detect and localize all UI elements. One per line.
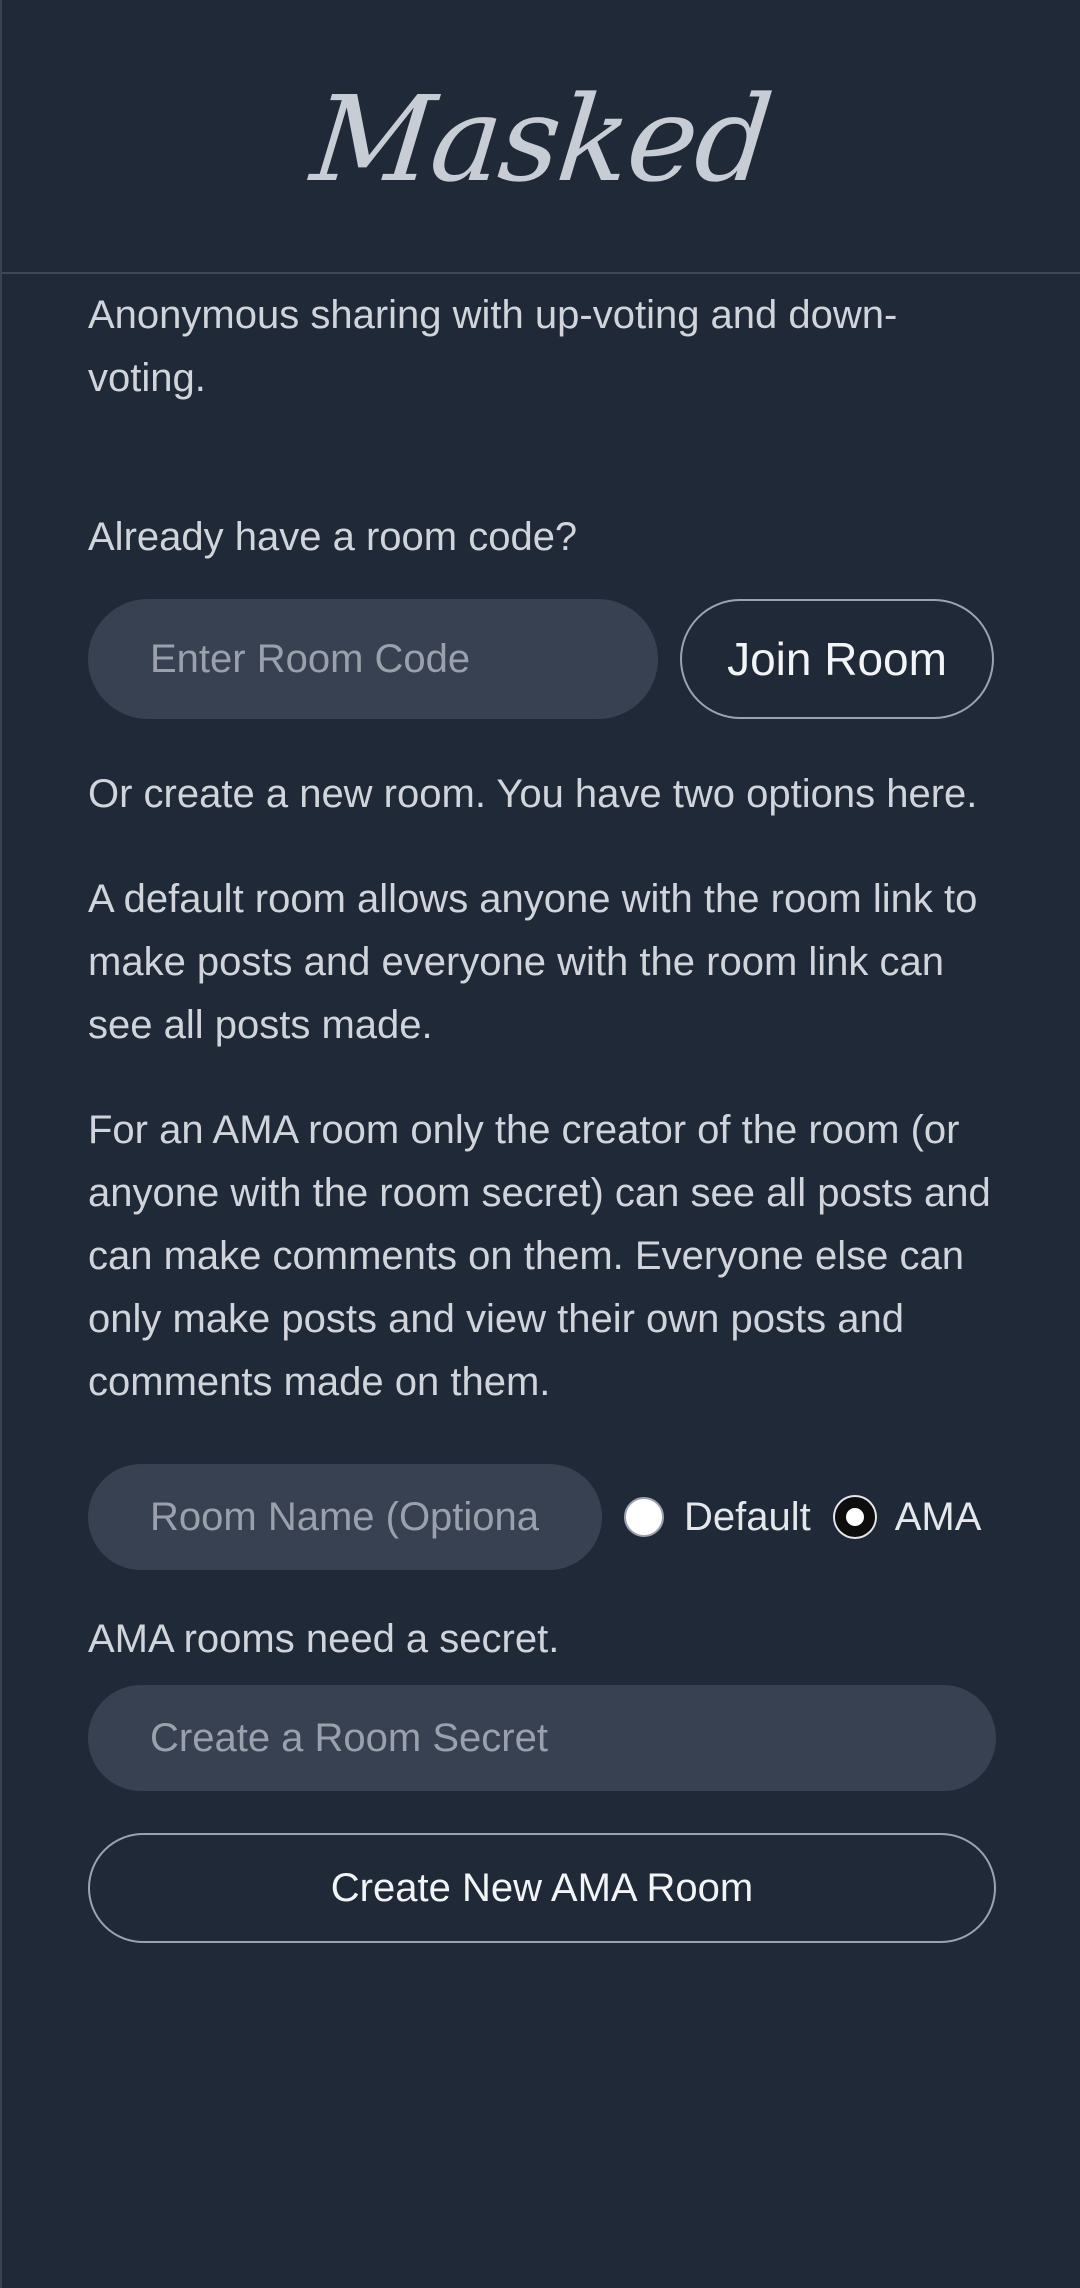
radio-default-label: Default bbox=[684, 1494, 811, 1539]
radio-ama[interactable] bbox=[834, 1497, 875, 1537]
join-room-button[interactable]: Join Room bbox=[680, 599, 994, 719]
room-type-default-option[interactable]: Default bbox=[624, 1495, 811, 1540]
create-intro: Or create a new room. You have two optio… bbox=[88, 772, 978, 816]
join-room-row: Join Room bbox=[88, 599, 994, 719]
radio-default[interactable] bbox=[624, 1497, 664, 1537]
room-code-input[interactable] bbox=[88, 599, 658, 719]
room-name-row: Default AMA bbox=[88, 1464, 994, 1570]
room-name-input[interactable] bbox=[88, 1464, 602, 1570]
room-type-radio-group: Default AMA bbox=[624, 1495, 981, 1540]
app-header: Masked bbox=[2, 0, 1080, 274]
tagline: Anonymous sharing with up-voting and dow… bbox=[88, 293, 898, 400]
main-content: Anonymous sharing with up-voting and dow… bbox=[2, 284, 1080, 1943]
join-prompt: Already have a room code? bbox=[88, 515, 578, 559]
room-secret-input[interactable] bbox=[88, 1685, 996, 1791]
room-type-ama-option[interactable]: AMA bbox=[834, 1494, 982, 1540]
app-logo: Masked bbox=[305, 70, 777, 208]
ama-room-description: For an AMA room only the creator of the … bbox=[88, 1108, 991, 1404]
create-room-button[interactable]: Create New AMA Room bbox=[88, 1833, 996, 1943]
default-room-description: A default room allows anyone with the ro… bbox=[88, 877, 978, 1047]
radio-ama-label: AMA bbox=[894, 1494, 982, 1539]
secret-note: AMA rooms need a secret. bbox=[88, 1617, 560, 1661]
